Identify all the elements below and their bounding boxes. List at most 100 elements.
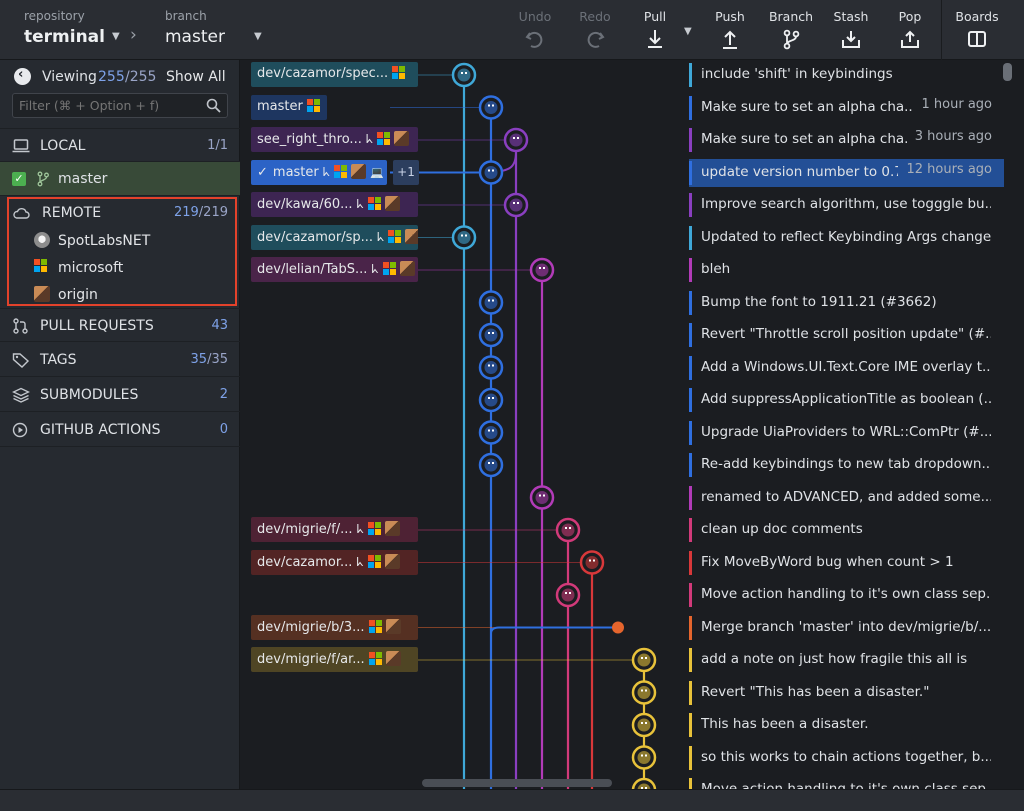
commit-message: Re-add keybindings to new tab dropdown..…: [701, 456, 991, 472]
repository-selector[interactable]: repository terminal ▼ ›: [0, 0, 140, 60]
commit-row[interactable]: Merge branch 'master' into dev/migrie/b/…: [240, 612, 1004, 644]
viewing-label: Viewing: [42, 69, 97, 85]
commit-row[interactable]: Bump the font to 1911.21 (#3662): [240, 287, 1004, 319]
commit-row[interactable]: Fix MoveByWord bug when count > 1 dev/caz…: [240, 547, 1004, 579]
branch-icon: [783, 29, 800, 50]
commit-row[interactable]: Move action handling to it's own class s…: [240, 774, 1004, 789]
commit-row[interactable]: Make sure to set an alpha cha... 3 hours …: [240, 124, 1004, 156]
commit-row[interactable]: Add a Windows.UI.Text.Core IME overlay t…: [240, 352, 1004, 384]
branch-ref-label[interactable]: dev/migrie/f/... ᖾ: [251, 517, 418, 542]
submodules-section-header[interactable]: SUBMODULES 2: [0, 378, 240, 412]
stash-button[interactable]: Stash: [826, 0, 876, 60]
pull-requests-section-header[interactable]: PULL REQUESTS 43: [0, 308, 240, 342]
redo-button[interactable]: Redo: [570, 0, 620, 60]
commit-time: 12 hours ago: [898, 161, 992, 177]
lane-color-bar: [689, 128, 692, 152]
commit-row[interactable]: Revert "Throttle scroll position update"…: [240, 319, 1004, 351]
branch-ref-label[interactable]: dev/kawa/60... ᖾ: [251, 192, 418, 217]
remote-microsoft[interactable]: microsoft: [34, 259, 123, 276]
pop-icon: [901, 30, 919, 48]
lane-color-bar: [689, 388, 692, 412]
commit-row[interactable]: Add suppressApplicationTitle as boolean …: [240, 384, 1004, 416]
microsoft-logo-icon: [306, 98, 320, 112]
remote-spotlabsnet[interactable]: SpotLabsNET: [34, 232, 150, 249]
commit-row[interactable]: bleh dev/lelian/TabS... ᖾ: [240, 254, 1004, 286]
lane-color-bar: [689, 258, 692, 282]
pop-button[interactable]: Pop: [885, 0, 935, 60]
pull-options-caret-icon[interactable]: ▼: [684, 26, 692, 37]
pull-request-icon: [13, 318, 28, 334]
play-circle-icon: [12, 422, 28, 438]
vertical-scrollbar[interactable]: [1003, 63, 1012, 81]
search-icon: [206, 98, 221, 113]
branch-ref-label[interactable]: dev/cazamor/spec...: [251, 62, 418, 87]
remote-origin[interactable]: origin: [34, 286, 98, 303]
back-arrow-icon[interactable]: ‹: [14, 67, 31, 85]
branch-ref-label[interactable]: dev/lelian/TabS... ᖾ: [251, 257, 418, 282]
commit-message: Revert "This has been a disaster.": [701, 683, 930, 700]
lane-color-bar: [689, 485, 692, 510]
filter-input[interactable]: [19, 96, 199, 115]
branch-ref-label[interactable]: dev/cazamor/sp... ᖾ: [251, 224, 418, 250]
branch-ref-label[interactable]: dev/migrie/f/ar...: [251, 647, 418, 672]
github-pr-icon: ᖾ: [377, 229, 385, 244]
user-avatar: [399, 261, 415, 276]
commit-row[interactable]: Re-add keybindings to new tab dropdown..…: [240, 449, 1004, 481]
remote-count: 219/219: [174, 205, 228, 220]
commit-graph: include 'shift' in keybindings dev/cazamo…: [240, 60, 1024, 789]
user-avatar: [351, 163, 367, 179]
filter-field[interactable]: [12, 93, 228, 118]
commit-row[interactable]: Move action handling to it's own class s…: [240, 579, 1004, 611]
commit-message: clean up doc comments: [701, 521, 863, 537]
tags-section-header[interactable]: TAGS 35/35: [0, 343, 240, 377]
commit-row[interactable]: Upgrade UiaProviders to WRL::ComPtr (#..…: [240, 417, 1004, 449]
tag-icon: [12, 353, 30, 368]
commit-row[interactable]: Revert "This has been a disaster.": [240, 677, 1004, 709]
local-section-header[interactable]: LOCAL 1/1: [0, 128, 240, 162]
commit-row[interactable]: add a note on just how fragile this all …: [240, 644, 1004, 676]
commit-message: so this works to chain actions together,…: [701, 748, 991, 765]
commit-row[interactable]: so this works to chain actions together,…: [240, 742, 1004, 774]
commit-row[interactable]: Make sure to set an alpha cha... 1 hour a…: [240, 92, 1004, 124]
lane-color-bar: [689, 225, 692, 250]
branch-name: master: [165, 27, 225, 47]
commit-row[interactable]: Updated to reflect Keybinding Args chang…: [240, 222, 1004, 254]
lane-color-bar: [689, 778, 692, 789]
microsoft-logo-icon: [382, 262, 396, 275]
branch-ref-label[interactable]: ✓ master ᖾ 💻: [251, 159, 387, 185]
push-button[interactable]: Push: [705, 0, 755, 60]
commit-row[interactable]: include 'shift' in keybindings dev/cazamo…: [240, 60, 1004, 91]
horizontal-scrollbar[interactable]: [422, 779, 612, 787]
undo-button[interactable]: Undo: [510, 0, 560, 60]
github-actions-section-header[interactable]: GITHUB ACTIONS 0: [0, 413, 240, 447]
show-all-button[interactable]: Show All: [166, 69, 226, 85]
local-branch-master[interactable]: ✓ master: [0, 162, 240, 196]
head-extra-badge[interactable]: +1: [393, 159, 419, 185]
commit-row[interactable]: update version number to 0.7 12 hours ago…: [240, 157, 1004, 189]
commit-row[interactable]: renamed to ADVANCED, and added some...: [240, 482, 1004, 514]
commit-row[interactable]: This has been a disaster.: [240, 709, 1004, 741]
remote-name: microsoft: [58, 260, 124, 276]
pull-requests-label: PULL REQUESTS: [40, 318, 154, 334]
boards-button[interactable]: Boards: [950, 0, 1004, 60]
remote-label: REMOTE: [42, 205, 102, 221]
branch-ref-name: dev/cazamor/sp...: [257, 229, 373, 245]
remote-section-header[interactable]: REMOTE 219/219: [0, 196, 240, 230]
branch-ref-name: dev/cazamor/spec...: [257, 66, 389, 81]
local-branch-label: master: [58, 171, 108, 187]
user-avatar: [384, 196, 400, 211]
chevron-right-icon: ›: [130, 25, 137, 45]
lane-color-bar: [689, 323, 692, 347]
branch-ref-label[interactable]: dev/cazamor... ᖾ: [251, 549, 418, 575]
branch-ref-label[interactable]: dev/migrie/b/3...: [251, 614, 418, 640]
branch-ref-label[interactable]: master: [251, 94, 327, 120]
commit-row[interactable]: clean up doc comments dev/migrie/f/... ᖾ: [240, 514, 1004, 546]
commit-message: Bump the font to 1911.21 (#3662): [701, 293, 937, 310]
branch-ref-label[interactable]: see_right_thro... ᖾ: [251, 127, 418, 152]
commit-row[interactable]: Improve search algorithm, use togggle bu…: [240, 189, 1004, 221]
lane-color-bar: [689, 290, 692, 315]
pull-button[interactable]: Pull: [630, 0, 680, 60]
microsoft-logo-icon: [334, 164, 348, 178]
branch-button[interactable]: Branch: [765, 0, 817, 60]
branch-selector[interactable]: branch master ▼: [150, 0, 280, 60]
